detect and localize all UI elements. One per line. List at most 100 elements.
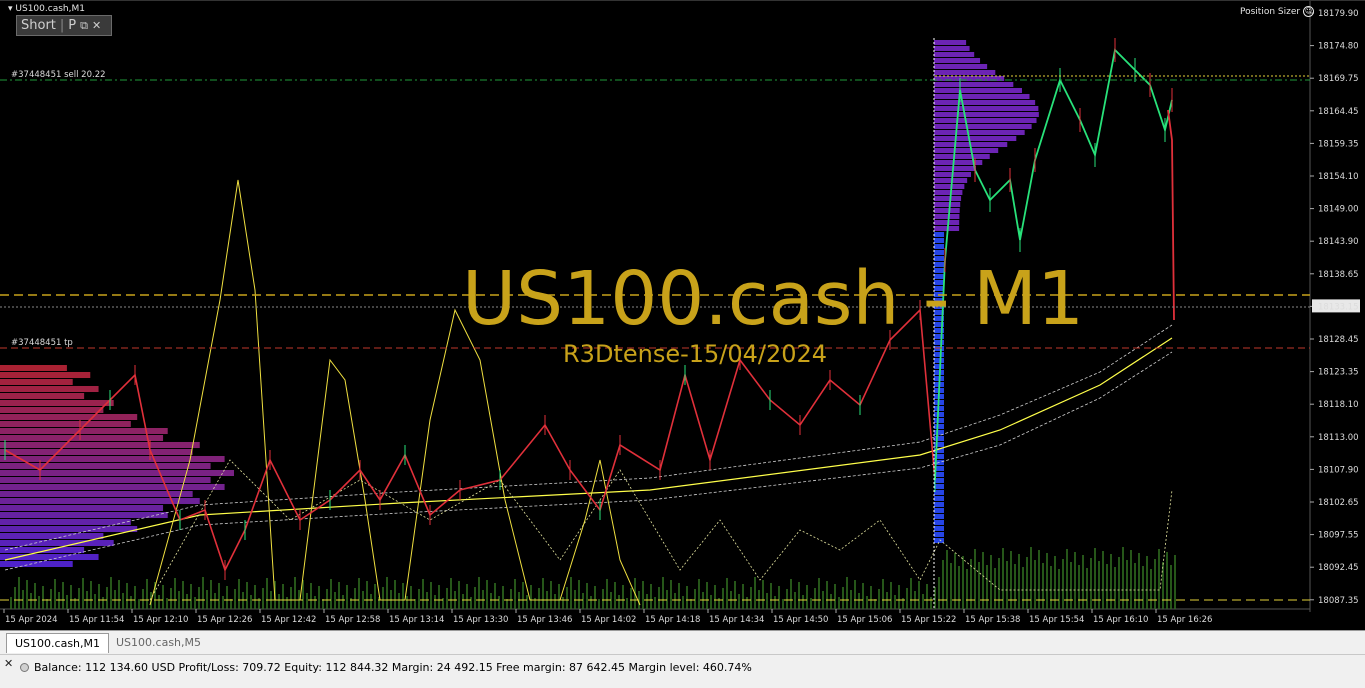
tab-us100-m1[interactable]: US100.cash,M1 [6,633,110,653]
volume-bar [1034,560,1036,609]
volume-bar [174,578,176,609]
profile-bar [934,208,960,213]
smiley-icon[interactable]: ☺ [1303,6,1315,17]
volume-bar [470,597,472,609]
volume-bar [118,580,120,609]
price-tick-label: 18087.35 [1318,596,1359,606]
volume-bar [526,595,528,609]
volume-bar [354,588,356,609]
volume-bar [50,589,52,609]
volume-bar [522,582,524,609]
volume-bar [890,582,892,609]
short-button[interactable]: Short [21,18,56,33]
volume-bar [994,568,996,609]
volume-bar [18,577,20,609]
profile-bar [934,124,1032,129]
price-tick-label: 18123.35 [1318,368,1359,378]
profile-bar [934,214,960,219]
price-tick-label: 18102.65 [1318,498,1359,508]
profile-bar [0,414,138,420]
volume-bar [734,581,736,609]
volume-bar [774,596,776,609]
volume-bar [1106,564,1108,609]
volume-bar [830,594,832,609]
volume-bar [882,579,884,609]
chevron-down-icon[interactable]: ▾ [8,4,13,14]
profile-bar [934,238,945,243]
volume-bar [474,587,476,609]
time-tick-label: 15 Apr 12:26 [197,615,252,625]
close-icon[interactable]: ✕ [92,19,101,32]
price-tick-label: 18138.65 [1318,270,1359,280]
volume-bar [838,597,840,609]
price-chart[interactable]: 18179.90 18174.80 18169.75 18164.45 18159.35… [0,0,1365,630]
volume-bar [962,556,964,609]
profile-bar [934,130,1025,135]
indicator-lines [4,179,1173,606]
volume-bar [1086,568,1088,609]
position-sizer-label: Position Sizer [1240,6,1301,17]
volume-bar [182,581,184,609]
volume-bar [294,577,296,609]
profile-bar [934,88,1022,93]
position-sizer[interactable]: Position Sizer ☺ [1240,6,1315,17]
time-tick-label: 15 Apr 15:38 [965,615,1020,625]
volume-bar [190,584,192,609]
profile-bar [934,232,945,237]
volume-bar [822,591,824,609]
volume-bar [82,578,84,609]
tab-us100-m5[interactable]: US100.cash,M5 [108,633,209,653]
volume-bar [386,577,388,609]
price-tick-label: 18149.00 [1318,205,1359,215]
volume-bar [1026,557,1028,609]
volume-bar [38,596,40,609]
volume-bar [122,593,124,609]
volume-bar [266,578,268,609]
price-tick-label: 18118.10 [1318,400,1359,410]
volume-bar [878,589,880,609]
volume-bar [214,593,216,609]
volume-bar [1118,557,1120,609]
volume-bar [1074,552,1076,609]
volume-bar [1090,558,1092,609]
volume-bar [10,597,12,609]
profile-bar [934,250,945,255]
profile-bar [0,526,138,532]
profile-bar [934,526,944,531]
volume-bar [158,595,160,609]
volume-bar [938,577,940,609]
profile-bar [0,554,99,560]
price-tick-label: 18133.15 [1318,302,1359,312]
price-tick-label: 18154.10 [1318,172,1359,182]
volume-bar [34,583,36,609]
volume-bar [330,579,332,609]
volume-bar [942,560,944,609]
p-button[interactable]: P [68,18,76,33]
volume-bar [462,594,464,609]
profile-bar [934,70,996,75]
volume-bar [894,595,896,609]
status-indicator-icon [20,663,29,672]
volume-bar [102,597,104,609]
volume-bar [438,585,440,609]
profile-bar [934,220,960,225]
volume-bar [990,555,992,609]
volume-bar [846,577,848,609]
volume-bar [138,599,140,609]
close-icon[interactable]: ✕ [4,657,13,670]
volume-bar [202,577,204,609]
profile-bar [0,400,114,406]
time-tick-label: 15 Apr 12:10 [133,615,188,625]
volume-bar [566,587,568,609]
time-tick-label: 15 Apr 13:46 [517,615,572,625]
volume-bar [326,589,328,609]
window-title-text: US100.cash,M1 [15,4,85,14]
popout-icon[interactable]: ⧉ [80,19,88,33]
time-tick-label: 15 Apr 12:58 [325,615,380,625]
volume-bar [514,579,516,609]
profile-bar [934,352,944,357]
volume-bar [826,581,828,609]
trade-panel[interactable]: Short | P ⧉ ✕ [16,15,112,36]
price-tick-label: 18179.90 [1318,9,1359,19]
volume-bar [618,595,620,609]
